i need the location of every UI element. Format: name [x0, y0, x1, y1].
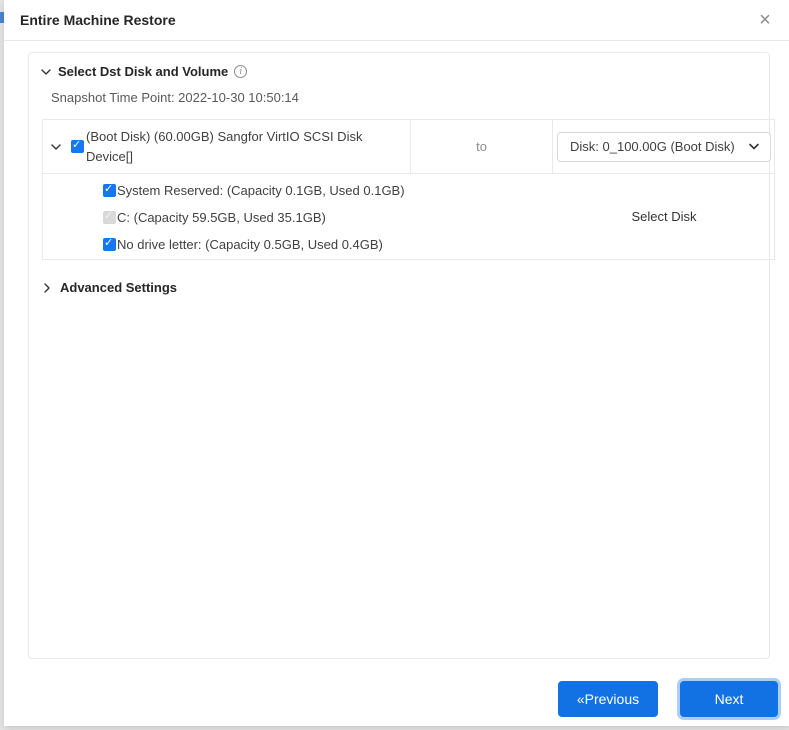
snapshot-time-point: Snapshot Time Point: 2022-10-30 10:50:14	[51, 90, 299, 105]
section-title: Select Dst Disk and Volume	[58, 64, 229, 79]
select-dst-panel: Select Dst Disk and Volume Snapshot Time…	[28, 52, 775, 659]
to-label: to	[476, 139, 487, 154]
chevron-right-icon	[41, 282, 53, 294]
volume-checkbox-system-reserved[interactable]	[103, 183, 116, 197]
entire-machine-restore-dialog: Entire Machine Restore × Select Dst Disk…	[4, 0, 789, 726]
disk-expander-chevron-icon[interactable]	[50, 141, 62, 153]
advanced-settings-header[interactable]: Advanced Settings	[41, 280, 177, 295]
dropdown-chevron-down-icon	[748, 141, 760, 153]
info-icon[interactable]	[234, 65, 248, 78]
volume-checkbox-c-disabled	[103, 210, 116, 224]
target-disk-dropdown[interactable]: Disk: 0_100.00G (Boot Disk)	[557, 131, 771, 162]
disk-row: (Boot Disk) (60.00GB) Sangfor VirtIO SCS…	[43, 120, 774, 174]
target-disk-cell: Disk: 0_100.00G (Boot Disk)	[553, 120, 774, 173]
advanced-settings-title: Advanced Settings	[60, 280, 178, 295]
section-header-select-dst[interactable]: Select Dst Disk and Volume	[40, 64, 248, 79]
volume-label: No drive letter: (Capacity 0.5GB, Used 0…	[117, 237, 383, 252]
disk-mapping-table: (Boot Disk) (60.00GB) Sangfor VirtIO SCS…	[42, 119, 775, 260]
volume-row: System Reserved: (Capacity 0.1GB, Used 0…	[103, 177, 774, 204]
volume-checkbox-no-drive-letter[interactable]	[103, 237, 116, 251]
next-button[interactable]: Next	[680, 681, 778, 717]
disk-checkbox[interactable]	[71, 139, 84, 153]
select-disk-link[interactable]: Select Disk	[553, 209, 775, 224]
dialog-title: Entire Machine Restore	[20, 12, 176, 28]
dialog-header: Entire Machine Restore ×	[4, 0, 789, 41]
close-icon[interactable]: ×	[754, 9, 776, 31]
volume-label: C: (Capacity 59.5GB, Used 35.1GB)	[117, 210, 326, 225]
volumes-row: System Reserved: (Capacity 0.1GB, Used 0…	[43, 174, 774, 261]
volume-row: No drive letter: (Capacity 0.5GB, Used 0…	[103, 231, 774, 258]
chevron-down-icon	[40, 66, 52, 78]
previous-button[interactable]: «Previous	[558, 681, 658, 717]
target-disk-selected-value: Disk: 0_100.00G (Boot Disk)	[570, 139, 735, 154]
disk-label: (Boot Disk) (60.00GB) Sangfor VirtIO SCS…	[86, 128, 363, 164]
disk-source-cell: (Boot Disk) (60.00GB) Sangfor VirtIO SCS…	[43, 120, 411, 173]
to-cell: to	[411, 120, 553, 173]
volume-label: System Reserved: (Capacity 0.1GB, Used 0…	[117, 183, 405, 198]
